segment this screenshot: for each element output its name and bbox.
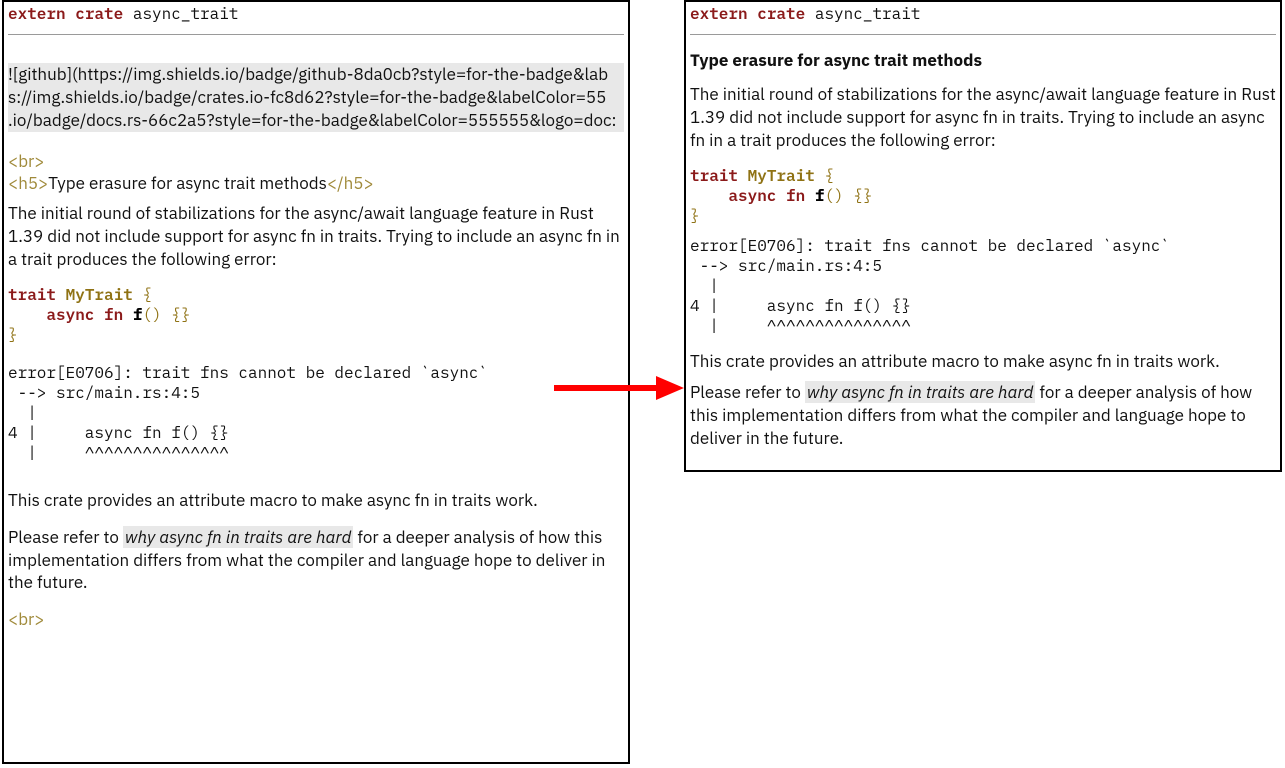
why-hard-link[interactable]: why async fn in traits are hard: [123, 526, 353, 548]
section-heading: Type erasure for async trait methods: [690, 49, 1276, 71]
macro-paragraph-rendered: This crate provides an attribute macro t…: [690, 350, 1276, 373]
refer-paragraph-rendered: Please refer to why async fn in traits a…: [690, 381, 1276, 450]
extern-crate-line: extern crate async_trait: [8, 4, 624, 24]
raw-h5-line: <h5>Type erasure for async trait methods…: [8, 172, 624, 194]
extern-crate-line-rendered: extern crate async_trait: [690, 4, 1276, 24]
compiler-error-block: error[E0706]: trait fns cannot be declar…: [8, 363, 624, 463]
badge-markdown-line-2: s://img.shields.io/badge/crates.io-fc8d6…: [8, 86, 624, 109]
spacer: [8, 132, 624, 150]
raw-br-tag-bottom: <br>: [8, 608, 624, 630]
spacer: [8, 49, 624, 63]
spacer: [8, 355, 624, 363]
source-pane: extern crate async_trait ![github](https…: [2, 0, 630, 764]
keyword-extern: extern: [8, 4, 66, 24]
trait-code-block-rendered: trait MyTrait { async fn f() {} }: [690, 166, 1276, 226]
raw-br-tag: <br>: [8, 150, 624, 172]
intro-paragraph: The initial round of stabilizations for …: [8, 202, 624, 271]
refer-paragraph: Please refer to why async fn in traits a…: [8, 526, 624, 595]
why-hard-link-rendered[interactable]: why async fn in traits are hard: [805, 381, 1035, 403]
badge-markdown-line-3: .io/badge/docs.rs-66c2a5?style=for-the-b…: [8, 109, 624, 132]
rendered-pane: extern crate async_trait Type erasure fo…: [684, 0, 1282, 472]
horizontal-rule: [8, 34, 624, 35]
spacer: [8, 463, 624, 481]
keyword-crate: crate: [75, 4, 123, 24]
macro-paragraph: This crate provides an attribute macro t…: [8, 489, 624, 512]
page: extern crate async_trait ![github](https…: [0, 0, 1285, 768]
intro-paragraph-rendered: The initial round of stabilizations for …: [690, 83, 1276, 152]
spacer: [690, 336, 1276, 346]
badge-markdown-line-1: ![github](https://img.shields.io/badge/g…: [8, 63, 624, 86]
trait-code-block: trait MyTrait { async fn f() {} }: [8, 285, 624, 345]
compiler-error-block-rendered: error[E0706]: trait fns cannot be declar…: [690, 236, 1276, 336]
horizontal-rule-rendered: [690, 34, 1276, 35]
crate-ident: async_trait: [133, 4, 239, 24]
